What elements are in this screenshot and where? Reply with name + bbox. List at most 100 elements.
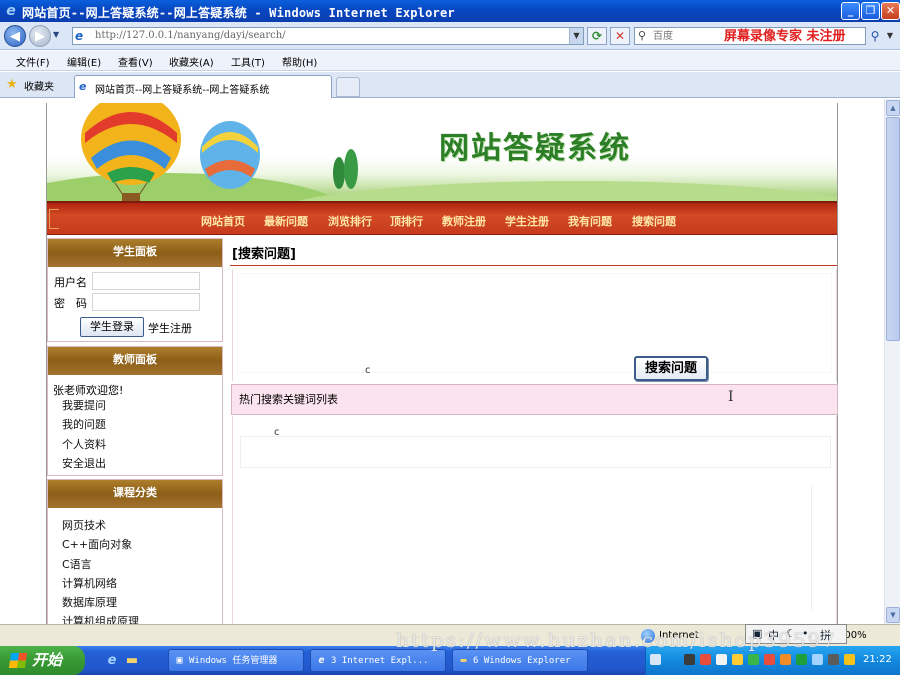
tray-app-icon[interactable] [700,654,711,665]
student-login-button[interactable]: 学生登录 [80,317,144,337]
close-button[interactable]: ✕ [881,2,900,20]
site-nav: 网站首页 最新问题 浏览排行 顶排行 教师注册 学生注册 我有问题 搜索问题 [47,201,837,235]
menu-favorites[interactable]: 收藏夹(A) [169,54,214,69]
tray-app-icon[interactable] [748,654,759,665]
menu-file[interactable]: 文件(F) [16,54,50,69]
tray-app-icon[interactable] [684,654,695,665]
banner-title: 网站答疑系统 [439,131,631,166]
teacher-link-ask[interactable]: 我要提问 [62,397,106,413]
address-dropdown-icon[interactable]: ▼ [569,28,583,44]
taskbar-task-manager[interactable]: ▣ Windows 任务管理器 [168,649,304,672]
stop-button[interactable]: ✕ [610,27,630,45]
stray-text: c [365,365,371,376]
taskbar-button-label: 6 Windows Explorer [473,656,571,666]
hot-keywords-header: 热门搜索关键词列表 I [231,384,838,415]
nav-ornament [49,209,59,229]
teacher-panel: 教师面板 张老师欢迎您! 我要提问 我的问题 个人资料 安全退出 [47,346,223,476]
recorder-watermark: 屏幕录像专家 未注册 [724,29,846,44]
new-tab-button[interactable] [336,77,360,97]
taskbar-clock: 21:22 [863,654,892,665]
password-label: 密 码 [54,297,87,310]
window-title: 网站首页--网上答疑系统--网上答疑系统 - Windows Internet … [22,6,455,20]
search-icon: ⚲ [638,29,647,42]
nav-link-student-register[interactable]: 学生注册 [505,213,549,229]
nav-link-latest[interactable]: 最新问题 [264,213,308,229]
course-link-network[interactable]: 计算机网络 [62,575,117,591]
refresh-button[interactable]: ⟳ [587,27,607,45]
search-questions-button[interactable]: 搜索问题 [634,356,708,381]
favorites-button[interactable]: 收藏夹 [24,78,54,93]
course-link-web[interactable]: 网页技术 [62,517,106,533]
menu-tools[interactable]: 工具(T) [231,54,265,69]
site-frame: 网站答疑系统 网站首页 最新问题 浏览排行 顶排行 教师注册 学生注册 我有问题… [46,103,838,624]
tray-volume-icon[interactable] [828,654,839,665]
student-register-link[interactable]: 学生注册 [148,320,192,336]
nav-link-home[interactable]: 网站首页 [201,213,245,229]
course-link-database[interactable]: 数据库原理 [62,594,117,610]
username-label: 用户名 [54,276,87,289]
nav-link-ask-question[interactable]: 我有问题 [568,213,612,229]
menu-edit[interactable]: 编辑(E) [67,54,101,69]
text-cursor-icon: I [728,389,734,405]
ie-taskbar-icon: e [318,655,325,666]
teacher-link-profile[interactable]: 个人资料 [62,436,106,452]
minimize-button[interactable]: _ [841,2,860,20]
teacher-link-my-questions[interactable]: 我的问题 [62,416,106,432]
menu-bar: 文件(F) 编辑(E) 查看(V) 收藏夹(A) 工具(T) 帮助(H) [0,51,900,71]
hot-keywords-box [240,436,831,468]
tray-app-icon[interactable] [812,654,823,665]
tray-app-icon[interactable] [732,654,743,665]
nav-link-search[interactable]: 搜索问题 [632,213,676,229]
maximize-button[interactable]: ❐ [861,2,880,20]
nav-link-teacher-register[interactable]: 教师注册 [442,213,486,229]
course-link-cpp[interactable]: C++面向对象 [62,536,132,552]
tray-security-icon[interactable] [844,654,855,665]
course-link-organization[interactable]: 计算机组成原理 [62,613,139,624]
tray-app-icon[interactable] [796,654,807,665]
username-field[interactable] [92,272,200,290]
forward-button[interactable]: ▶ [29,25,51,47]
favorites-star-icon[interactable]: ★ [6,77,18,92]
browser-tab-active[interactable]: e 网站首页--网上答疑系统--网上答疑系统 [74,75,332,98]
taskbar-windows-explorer[interactable]: ▬ 6 Windows Explorer [452,649,588,672]
nav-link-browse-rank[interactable]: 浏览排行 [328,213,372,229]
search-input[interactable] [653,29,733,43]
student-panel: 学生面板 用户名 密 码 学生登录 学生注册 [47,238,223,342]
trees-image [333,149,358,189]
tray-ime-icon[interactable] [650,654,661,665]
scroll-up-icon[interactable]: ▲ [886,100,900,116]
start-label: 开始 [32,651,63,669]
teacher-panel-title: 教师面板 [48,347,222,375]
search-go-icon[interactable]: ⚲ [867,27,883,45]
password-field[interactable] [92,293,200,311]
address-url: http://127.0.0.1/nanyang/dayi/search/ [95,30,286,41]
teacher-link-logout[interactable]: 安全退出 [62,455,106,471]
course-link-c[interactable]: C语言 [62,556,92,572]
task-manager-icon: ▣ [176,655,183,666]
taskbar-internet-explorer[interactable]: e 3 Internet Expl... [310,649,446,672]
page-icon: e [75,29,84,43]
search-form-area [232,269,837,381]
tray-app-icon[interactable] [764,654,775,665]
scroll-down-icon[interactable]: ▼ [886,607,900,623]
overlay-watermark: https://www.huzhan.com/ishop39597 [396,628,837,652]
quicklaunch-folder-icon[interactable]: ▬ [124,653,140,669]
tray-network-icon[interactable] [716,654,727,665]
section-divider [230,265,837,266]
tray-app-icon[interactable] [780,654,791,665]
folder-taskbar-icon: ▬ [460,655,467,666]
favorites-bar: ★ 收藏夹 e 网站首页--网上答疑系统--网上答疑系统 [0,72,900,98]
search-dropdown-icon[interactable]: ▼ [884,27,896,45]
address-field[interactable]: e http://127.0.0.1/nanyang/dayi/search/ … [72,27,584,45]
nav-link-top-rank[interactable]: 顶排行 [390,213,423,229]
recent-pages-dropdown-icon[interactable]: ▼ [53,30,63,42]
menu-help[interactable]: 帮助(H) [282,54,317,69]
menu-view[interactable]: 查看(V) [118,54,153,69]
scroll-thumb[interactable] [886,117,900,341]
stray-text: c [274,427,280,438]
start-button[interactable]: 开始 [0,646,85,675]
vertical-scrollbar[interactable]: ▲ ▼ [884,99,900,624]
quicklaunch-ie-icon[interactable]: e [104,653,120,669]
hot-air-balloons-image [81,103,260,201]
back-button[interactable]: ◀ [4,25,26,47]
